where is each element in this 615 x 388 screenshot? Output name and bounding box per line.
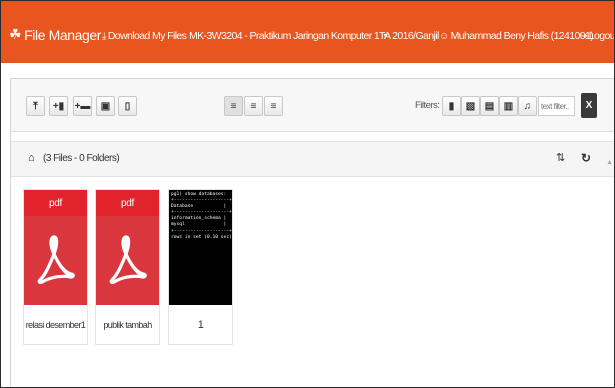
term-link[interactable]: TA 2016/Ganjil [379, 30, 439, 42]
logout-label: Logout [588, 30, 615, 42]
new-file-button[interactable]: +▮ [49, 96, 68, 116]
file-icon: ▮ [448, 100, 455, 112]
filters-label: Filters: [415, 100, 440, 111]
file-browser-panel: ⤒ +▮ +▬ ▣ ▯ ≡ ≡ ≡ Filters: ▮ ▧ ▤ ▥ ♫ X ⌂… [10, 78, 614, 387]
sitemap-icon: ☘ [9, 26, 22, 42]
upload-button[interactable]: ⤒ [26, 96, 45, 116]
clear-filter-button[interactable]: X [581, 93, 597, 118]
add-folder-icon: +▬ [74, 100, 91, 112]
download-icon: ⤓ [102, 30, 106, 42]
course-dropdown[interactable]: MK-3W3204 - Praktikum Jaringan Komputer … [189, 30, 389, 42]
clipboard-icon: ▣ [100, 100, 111, 112]
top-navbar: ☘ File Manager ⤓ Download My Files MK-3W… [1, 1, 614, 63]
pdf-icon [37, 235, 75, 284]
document-icon: ▤ [484, 100, 495, 112]
file-extension: pdf [96, 190, 159, 216]
download-label: Download My Files [107, 30, 187, 42]
add-file-icon: +▮ [52, 100, 65, 112]
download-files-link[interactable]: ⤓ Download My Files [102, 30, 187, 42]
new-folder-button[interactable]: +▬ [73, 96, 92, 116]
filter-archive-button[interactable]: ▥ [499, 96, 518, 116]
file-name: relasi desember1 [24, 305, 87, 344]
logout-link[interactable]: ↪ Logout [579, 30, 615, 42]
sort-icon[interactable]: ⇅ [556, 151, 565, 164]
filter-audio-button[interactable]: ♫ [518, 96, 537, 116]
user-link[interactable]: ☺ Muhammad Beny Hafis (1241001) [439, 30, 594, 42]
app-window: ☘ File Manager ⤓ Download My Files MK-3W… [0, 0, 615, 388]
breadcrumb: ⌂ (3 Files - 0 Folders) ⇅ ↻ [11, 141, 614, 177]
filter-file-button[interactable]: ▮ [442, 96, 461, 116]
preview-line: +--------------------+ [171, 228, 232, 234]
file-name: publik tambah [96, 305, 159, 344]
paste-button[interactable]: ▣ [96, 96, 115, 116]
view-list-button[interactable]: ≡ [244, 96, 263, 116]
list-icon: ≡ [270, 100, 277, 112]
term-label: TA 2016/Ganjil [379, 30, 439, 42]
filter-image-button[interactable]: ▧ [461, 96, 480, 116]
scroll-up-icon[interactable]: ▲ [606, 159, 613, 166]
image-thumbnail: pg1) show databases: +-------------------… [169, 190, 232, 305]
view-grid-button[interactable]: ≡ [224, 96, 243, 116]
clear-filter-label: X [585, 100, 593, 111]
refresh-icon[interactable]: ↻ [581, 151, 591, 165]
course-label: MK-3W3204 - Praktikum Jaringan Komputer … [189, 30, 380, 42]
image-icon: ▧ [465, 100, 476, 112]
view-details-button[interactable]: ≡ [264, 96, 283, 116]
file-name: 1 [169, 305, 232, 344]
text-filter-input[interactable] [538, 96, 575, 116]
file-extension: pdf [24, 190, 87, 216]
delete-button[interactable]: ▯ [118, 96, 137, 116]
trash-icon: ▯ [124, 100, 131, 112]
preview-line: mysql | [171, 222, 227, 228]
upload-icon: ⤒ [33, 100, 38, 112]
music-icon: ♫ [523, 100, 532, 112]
list-icon: ≡ [230, 100, 237, 112]
home-icon[interactable]: ⌂ [28, 152, 35, 164]
pdf-thumbnail: pdf [96, 190, 159, 305]
file-item[interactable]: pdf publik tambah [95, 189, 160, 345]
pdf-thumbnail: pdf [24, 190, 87, 305]
archive-icon: ▥ [503, 100, 514, 112]
user-icon: ☺ [439, 30, 449, 42]
file-item[interactable]: pg1) show databases: +-------------------… [168, 189, 233, 345]
brand-label: File Manager [24, 26, 102, 43]
pdf-icon [109, 235, 147, 284]
list-icon: ≡ [250, 100, 257, 112]
folder-summary: (3 Files - 0 Folders) [43, 153, 120, 164]
toolbar: ⤒ +▮ +▬ ▣ ▯ ≡ ≡ ≡ Filters: ▮ ▧ ▤ ▥ ♫ X [11, 79, 614, 132]
file-item[interactable]: pdf relasi desember1 [23, 189, 88, 345]
logout-icon: ↪ [579, 30, 587, 42]
brand-link[interactable]: ☘ File Manager [9, 26, 101, 43]
user-label: Muhammad Beny Hafis (1241001) [450, 30, 594, 42]
filter-document-button[interactable]: ▤ [480, 96, 499, 116]
preview-line: rows in set (0.10 sec) [171, 234, 232, 240]
